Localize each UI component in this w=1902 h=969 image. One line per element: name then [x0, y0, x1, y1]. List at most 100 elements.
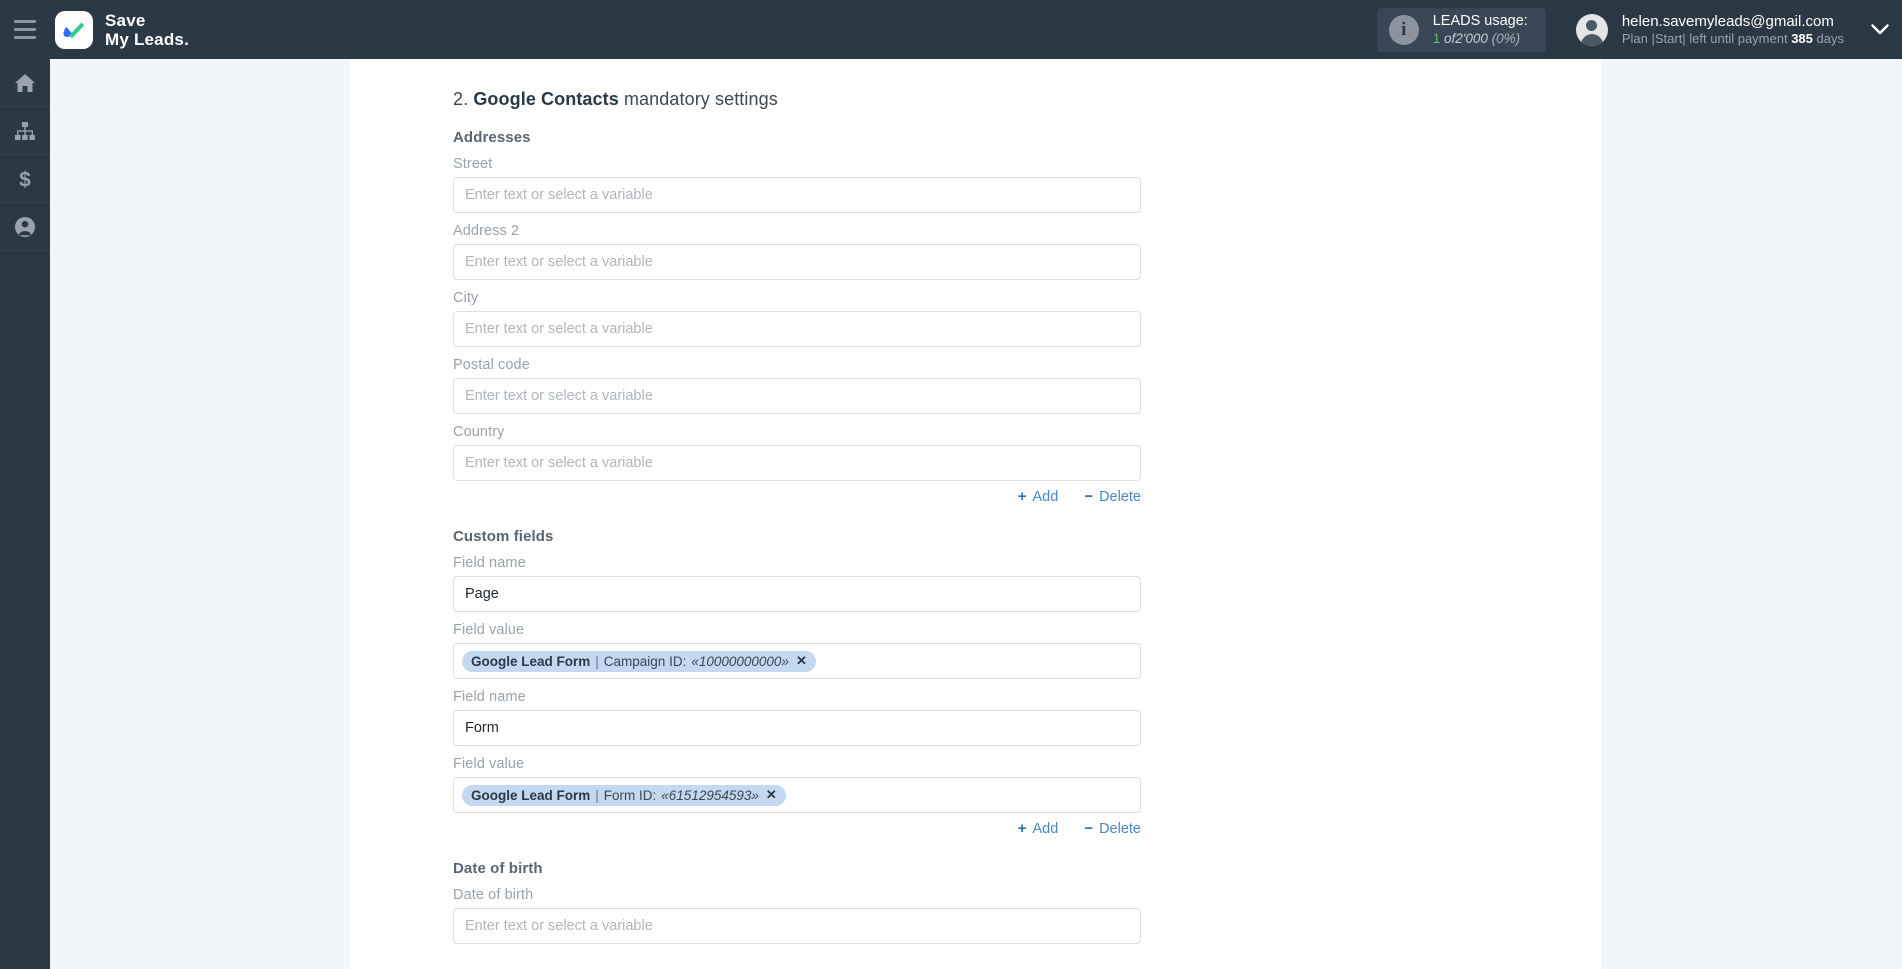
- field-city: City Enter text or select a variable: [390, 290, 1561, 347]
- custom-field-name-1: Field name Page: [390, 555, 1561, 612]
- field-country: Country Enter text or select a variable: [390, 424, 1561, 481]
- left-sidebar: $: [0, 59, 50, 969]
- minus-icon: −: [1084, 488, 1094, 505]
- chip-source: Google Lead Form: [471, 787, 591, 803]
- brand-name: Save My Leads.: [105, 11, 189, 49]
- custom-field-name-2: Field name Form: [390, 689, 1561, 746]
- chip-separator: |: [595, 787, 599, 803]
- minus-icon: −: [1084, 820, 1094, 837]
- addresses-add-label: Add: [1032, 488, 1059, 505]
- page-title-service: Google Contacts: [473, 89, 619, 109]
- account-plan-info: Plan |Start| left until payment 385 days: [1622, 30, 1844, 47]
- savemyleads-logo-icon: [55, 10, 93, 49]
- page-title: 2. Google Contacts mandatory settings: [390, 59, 1561, 110]
- field-label: Street: [453, 156, 493, 172]
- user-circle-icon: [14, 216, 36, 238]
- custom-fields-add-label: Add: [1032, 820, 1059, 837]
- avatar: [1575, 13, 1608, 46]
- sitemap-icon: [14, 121, 36, 141]
- field-label: Date of birth: [453, 887, 534, 903]
- field-label: City: [453, 290, 479, 306]
- home-icon: [14, 73, 36, 93]
- leads-used-count: 1: [1432, 30, 1441, 46]
- field-date-of-birth: Date of birth Enter text or select a var…: [390, 887, 1561, 944]
- input-placeholder: Enter text or select a variable: [465, 388, 653, 404]
- custom-field-value-input-1[interactable]: Google Lead Form | Campaign ID: «1000000…: [453, 643, 1141, 679]
- date-of-birth-input[interactable]: Enter text or select a variable: [453, 908, 1141, 944]
- field-label: Field name: [453, 689, 526, 705]
- city-input[interactable]: Enter text or select a variable: [453, 311, 1141, 347]
- account-plan-prefix: Plan |Start| left until payment: [1621, 30, 1788, 46]
- field-label: Postal code: [453, 357, 530, 373]
- chevron-down-icon[interactable]: [1858, 0, 1902, 59]
- leads-usage-text: LEADS usage: 1 of2'000 (0%): [1433, 13, 1528, 47]
- addresses-actions: + Add − Delete: [453, 488, 1141, 505]
- page-title-suffix: mandatory settings: [618, 89, 778, 109]
- custom-field-name-input-1[interactable]: Page: [453, 576, 1141, 612]
- hamburger-bar: [14, 36, 36, 39]
- input-value: Form: [465, 720, 499, 736]
- chip-key: Campaign ID:: [603, 653, 687, 669]
- sidebar-item-profile[interactable]: [0, 203, 50, 251]
- plus-icon: +: [1017, 488, 1027, 505]
- group-title-addresses: Addresses: [453, 129, 531, 146]
- group-title-custom-fields: Custom fields: [453, 528, 554, 545]
- brand-line-1: Save: [105, 10, 146, 30]
- variable-chip[interactable]: Google Lead Form | Campaign ID: «1000000…: [462, 650, 816, 672]
- custom-fields-actions: + Add − Delete: [453, 820, 1141, 837]
- country-input[interactable]: Enter text or select a variable: [453, 445, 1141, 481]
- top-navbar: Save My Leads. i LEADS usage: 1 of2'000 …: [0, 0, 1902, 59]
- brand-line-2: My Leads.: [105, 29, 189, 49]
- postal-code-input[interactable]: Enter text or select a variable: [453, 378, 1141, 414]
- account-plan-days: 385: [1791, 30, 1813, 46]
- close-icon[interactable]: ✕: [766, 787, 777, 803]
- field-label: Field value: [453, 756, 525, 772]
- addresses-add-button[interactable]: + Add: [1018, 488, 1059, 505]
- input-placeholder: Enter text or select a variable: [465, 918, 653, 934]
- custom-field-value-input-2[interactable]: Google Lead Form | Form ID: «61512954593…: [453, 777, 1141, 813]
- close-icon[interactable]: ✕: [796, 653, 807, 669]
- plus-icon: +: [1017, 820, 1027, 837]
- dollar-icon: $: [14, 168, 36, 190]
- input-value: Page: [465, 586, 499, 602]
- addresses-delete-button[interactable]: − Delete: [1084, 488, 1141, 505]
- settings-card: 2. Google Contacts mandatory settings Ad…: [350, 59, 1601, 969]
- brand-logo-link[interactable]: Save My Leads.: [55, 10, 189, 49]
- info-icon: i: [1388, 14, 1419, 45]
- account-email: helen.savemyleads@gmail.com: [1621, 12, 1834, 30]
- addresses-delete-label: Delete: [1099, 488, 1141, 505]
- sidebar-item-home[interactable]: [0, 59, 50, 107]
- leads-usage-value: 1 of2'000 (0%): [1433, 30, 1528, 47]
- hamburger-icon[interactable]: [0, 0, 50, 59]
- custom-field-value-2: Field value Google Lead Form | Form ID: …: [390, 756, 1561, 813]
- custom-fields-add-button[interactable]: + Add: [1018, 820, 1059, 837]
- settings-card-inner: 2. Google Contacts mandatory settings Ad…: [350, 59, 1601, 944]
- page-body: 2. Google Contacts mandatory settings Ad…: [50, 59, 1902, 969]
- input-placeholder: Enter text or select a variable: [465, 187, 653, 203]
- field-label: Country: [453, 424, 505, 440]
- field-label: Field name: [453, 555, 526, 571]
- address2-input[interactable]: Enter text or select a variable: [453, 244, 1141, 280]
- sidebar-item-connections[interactable]: [0, 107, 50, 155]
- street-input[interactable]: Enter text or select a variable: [453, 177, 1141, 213]
- account-text: helen.savemyleads@gmail.com Plan |Start|…: [1622, 13, 1844, 47]
- custom-fields-delete-button[interactable]: − Delete: [1084, 820, 1141, 837]
- account-menu[interactable]: helen.savemyleads@gmail.com Plan |Start|…: [1575, 13, 1844, 47]
- variable-chip[interactable]: Google Lead Form | Form ID: «61512954593…: [462, 784, 786, 806]
- custom-field-name-input-2[interactable]: Form: [453, 710, 1141, 746]
- custom-fields-delete-label: Delete: [1099, 820, 1141, 837]
- input-placeholder: Enter text or select a variable: [465, 254, 653, 270]
- leads-of-label: of: [1444, 30, 1456, 46]
- field-address2: Address 2 Enter text or select a variabl…: [390, 223, 1561, 280]
- leads-percent: (0%): [1491, 30, 1521, 46]
- chip-id: «61512954593»: [661, 787, 759, 803]
- chip-separator: |: [595, 653, 599, 669]
- group-title-date-of-birth: Date of birth: [453, 860, 543, 877]
- leads-usage-title: LEADS usage:: [1432, 12, 1528, 29]
- chip-key: Form ID:: [603, 787, 657, 803]
- leads-usage-badge[interactable]: i LEADS usage: 1 of2'000 (0%): [1376, 7, 1546, 52]
- input-placeholder: Enter text or select a variable: [465, 321, 653, 337]
- sidebar-item-billing[interactable]: $: [0, 155, 50, 203]
- chip-source: Google Lead Form: [471, 653, 591, 669]
- chip-id: «10000000000»: [691, 653, 789, 669]
